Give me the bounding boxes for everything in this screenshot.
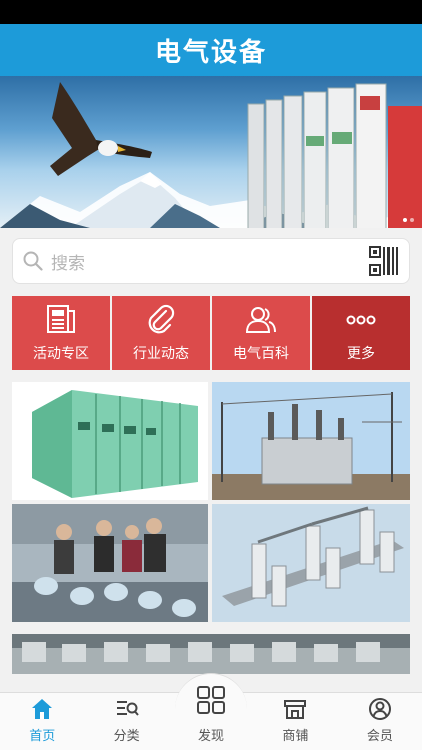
search-icon — [23, 251, 43, 271]
search-input[interactable]: 搜索 — [51, 249, 369, 274]
qr-code-icon[interactable] — [369, 246, 399, 276]
switchgear-image — [32, 390, 198, 498]
disconnector-image — [222, 506, 404, 607]
workshop-image — [12, 504, 208, 622]
category-list-icon — [116, 701, 139, 716]
quick-more[interactable]: 更多 — [312, 296, 410, 370]
tab-label: 商铺 — [282, 729, 309, 744]
quick-menu-label: 电气百科 — [233, 346, 289, 362]
banner-carousel[interactable] — [0, 76, 422, 228]
paperclip-icon — [148, 304, 175, 334]
page-title: 电气设备 — [154, 37, 267, 68]
tab-category[interactable]: 分类 — [84, 693, 168, 750]
tab-label: 会员 — [366, 729, 393, 744]
tab-label: 发现 — [198, 729, 225, 744]
product-tile-factory[interactable] — [12, 634, 410, 674]
tab-member[interactable]: 会员 — [338, 693, 422, 750]
quick-menu-label: 行业动态 — [133, 346, 189, 362]
bottom-tab-bar: 首页 分类 发现 商铺 会员 — [0, 673, 422, 750]
transformer-image — [212, 392, 410, 500]
home-icon — [32, 699, 53, 719]
quick-electrical-wiki[interactable]: 电气百科 — [212, 296, 310, 370]
product-tile-disconnector[interactable] — [212, 504, 410, 622]
search-bar[interactable]: 搜索 — [12, 238, 410, 284]
status-bar — [0, 0, 422, 24]
product-tile-switchgear[interactable] — [12, 382, 208, 500]
tab-shop[interactable]: 商铺 — [253, 693, 337, 750]
people-icon — [245, 307, 276, 333]
quick-menu-label: 更多 — [347, 346, 375, 362]
shop-icon — [284, 700, 307, 719]
newspaper-icon — [47, 305, 75, 333]
quick-activity-zone[interactable]: 活动专区 — [12, 296, 110, 370]
banner-image — [0, 82, 422, 228]
more-dots-icon — [346, 315, 376, 325]
carousel-dot[interactable] — [403, 218, 407, 222]
product-tile-workshop[interactable] — [12, 504, 208, 622]
carousel-dot[interactable] — [410, 218, 414, 222]
quick-menu: 活动专区 行业动态 电气百科 更多 — [12, 296, 410, 370]
user-icon — [368, 698, 391, 720]
product-tile-transformer[interactable] — [212, 382, 410, 500]
app-header: 电气设备 — [0, 24, 422, 76]
quick-industry-news[interactable]: 行业动态 — [112, 296, 210, 370]
tab-home[interactable]: 首页 — [0, 693, 84, 750]
grid-icon — [197, 686, 226, 714]
tab-discover[interactable]: 发现 — [169, 673, 253, 750]
carousel-indicator — [403, 218, 414, 222]
tab-label: 首页 — [29, 729, 56, 744]
quick-menu-label: 活动专区 — [33, 346, 89, 362]
tab-label: 分类 — [113, 729, 140, 744]
factory-image — [12, 634, 410, 674]
